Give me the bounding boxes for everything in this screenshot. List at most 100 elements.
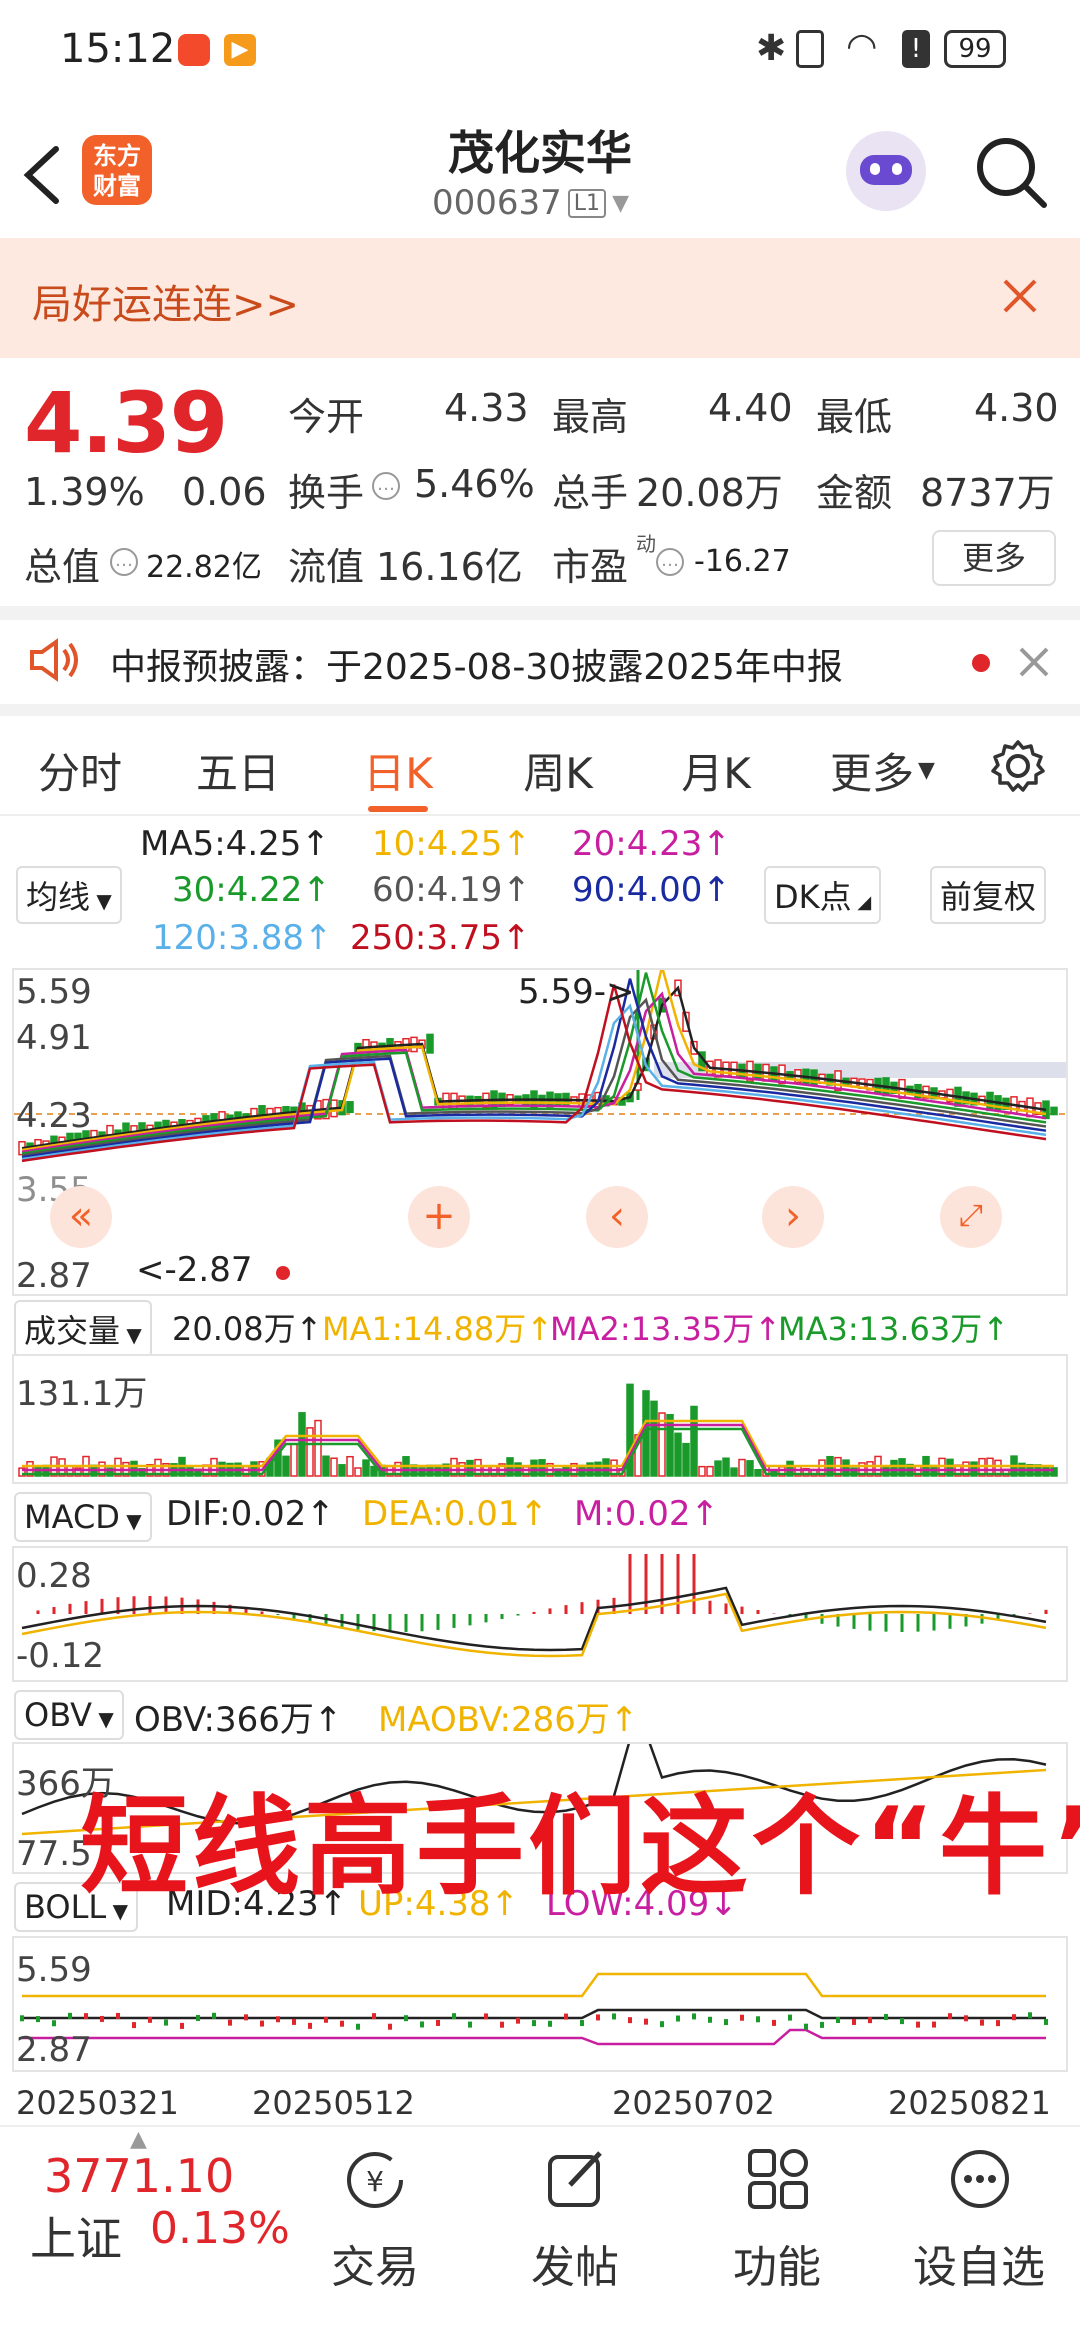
boll-candle	[68, 2012, 72, 2019]
min-price-marker: <-2.87	[136, 1250, 253, 1290]
boll-candle	[372, 2013, 376, 2020]
volume-chart[interactable]: 131.1万	[12, 1354, 1068, 1484]
tab-weekly-k[interactable]: 周K	[498, 740, 618, 801]
boll-candle	[276, 2016, 280, 2023]
macd-bar	[68, 1603, 72, 1614]
volume-bar	[714, 1460, 722, 1477]
boll-line	[22, 2008, 1046, 2020]
boll-candle	[308, 2022, 312, 2029]
turnover-label: 换手	[288, 471, 365, 515]
chevron-down-icon: ▼	[918, 758, 935, 783]
amount-value: 8737万	[920, 471, 1055, 515]
more-button[interactable]: 更多	[932, 530, 1056, 586]
close-icon[interactable]	[1018, 646, 1050, 678]
search-icon[interactable]	[974, 135, 1048, 209]
zoom-in-icon[interactable]: +	[408, 1186, 470, 1248]
ma5-label: MA5:4.25↑	[140, 824, 330, 864]
scroll-left-fast-icon[interactable]: «	[50, 1186, 112, 1248]
tab-intraday[interactable]: 分时	[20, 740, 140, 801]
macd-y-label: 0.28	[16, 1556, 92, 1596]
macd-bar	[740, 1606, 744, 1614]
low-value: 4.30	[974, 386, 1059, 430]
dk-point-button[interactable]: DK点 ◢	[764, 866, 882, 924]
macd-bar	[148, 1596, 152, 1614]
macd-bar	[420, 1614, 424, 1632]
boll-candle	[548, 2020, 552, 2027]
volume-bar	[754, 1468, 762, 1477]
robot-assistant-icon[interactable]	[846, 131, 926, 211]
info-icon[interactable]: …	[372, 472, 400, 500]
boll-candle	[532, 2020, 536, 2027]
macd-chart[interactable]: 0.28 -0.12	[12, 1546, 1068, 1682]
boll-candle	[196, 2014, 200, 2021]
tab-monthly-k[interactable]: 月K	[656, 740, 776, 801]
volume-bars	[18, 1383, 1058, 1477]
adjust-button[interactable]: 前复权	[930, 866, 1047, 924]
macd-bar	[916, 1614, 920, 1632]
play-notification-icon: ▶	[224, 34, 256, 66]
macd-bar	[452, 1614, 456, 1628]
macd-selector[interactable]: MACD ▼	[14, 1492, 152, 1542]
alert-icon: !	[902, 30, 930, 68]
macd-bar	[692, 1554, 696, 1614]
boll-candle	[84, 2013, 88, 2020]
boll-candle	[772, 2019, 776, 2026]
boll-candle	[788, 2014, 792, 2021]
stock-code-row[interactable]: 000637 L1 ▼	[432, 183, 629, 223]
close-icon[interactable]	[1002, 278, 1038, 314]
chevron-right-icon[interactable]: ›	[762, 1186, 824, 1248]
nav-trade[interactable]: ¥ 交易	[300, 2127, 450, 2327]
tab-five-day[interactable]: 五日	[178, 740, 298, 801]
macd-y-label: -0.12	[16, 1636, 104, 1676]
tab-daily-k[interactable]: 日K	[338, 740, 458, 801]
svg-text:¥: ¥	[366, 2165, 384, 2198]
nav-label: 功能	[733, 2242, 821, 2293]
grid-icon	[748, 2149, 808, 2209]
boll-candle	[580, 2020, 584, 2027]
float-label: 流值	[288, 545, 365, 589]
bottom-nav: ▲ 3771.10 上证 0.13% ¥ 交易 发帖 功能 设自选	[0, 2125, 1080, 2340]
obv-selector[interactable]: OBV ▼	[14, 1690, 124, 1740]
macd-bar	[900, 1614, 904, 1632]
notice-bar[interactable]: 中报预披露：于2025-08-30披露2025年中报	[0, 620, 1080, 704]
volume-selector[interactable]: 成交量 ▼	[14, 1300, 152, 1358]
volume-bar	[682, 1442, 690, 1477]
boll-candle	[692, 2013, 696, 2020]
y-label-bottom: 2.87	[16, 1256, 92, 1296]
info-icon[interactable]: …	[656, 548, 684, 576]
candle	[346, 1101, 354, 1114]
macd-bar	[100, 1598, 104, 1614]
boll-candle	[612, 2013, 616, 2020]
tab-more[interactable]: 更多 ▼	[830, 740, 935, 801]
back-icon[interactable]	[20, 145, 64, 205]
boll-candle	[388, 2023, 392, 2030]
macd-bar	[404, 1614, 408, 1632]
nav-label: 交易	[331, 2242, 419, 2293]
boll-candle	[756, 2016, 760, 2023]
date-label: 20250702	[612, 2084, 775, 2122]
volume-bar	[706, 1465, 714, 1477]
y-label: 4.23	[16, 1096, 92, 1136]
macd-m: M:0.02↑	[574, 1494, 719, 1534]
expand-icon[interactable]: ⤢	[940, 1186, 1002, 1248]
volume-bar	[730, 1467, 738, 1477]
boll-candle	[1028, 2012, 1032, 2019]
boll-candle	[452, 2013, 456, 2020]
macd-bar	[756, 1609, 760, 1614]
chevron-left-icon[interactable]: ‹	[586, 1186, 648, 1248]
ma-selector[interactable]: 均线 ▼	[16, 866, 122, 924]
nav-add-watchlist[interactable]: 设自选	[904, 2127, 1054, 2327]
macd-bar	[532, 1611, 536, 1614]
macd-bar	[868, 1614, 872, 1631]
nav-functions[interactable]: 功能	[702, 2127, 852, 2327]
info-icon[interactable]: …	[110, 548, 138, 576]
boll-chart[interactable]: 5.59 2.87	[12, 1936, 1068, 2072]
index-value[interactable]: 3771.10	[44, 2149, 234, 2203]
gear-icon[interactable]	[990, 738, 1046, 794]
promo-banner[interactable]: 局好运连连>>	[0, 238, 1080, 358]
nav-post[interactable]: 发帖	[500, 2127, 650, 2327]
kline-chart[interactable]: 5.59 4.91 4.23 3.55 2.87 5.59-> <-2.87 «…	[12, 968, 1068, 1296]
boll-line	[22, 1972, 1046, 1998]
boll-candle	[484, 2013, 488, 2020]
ma250-label: 250:3.75↑	[350, 918, 531, 958]
